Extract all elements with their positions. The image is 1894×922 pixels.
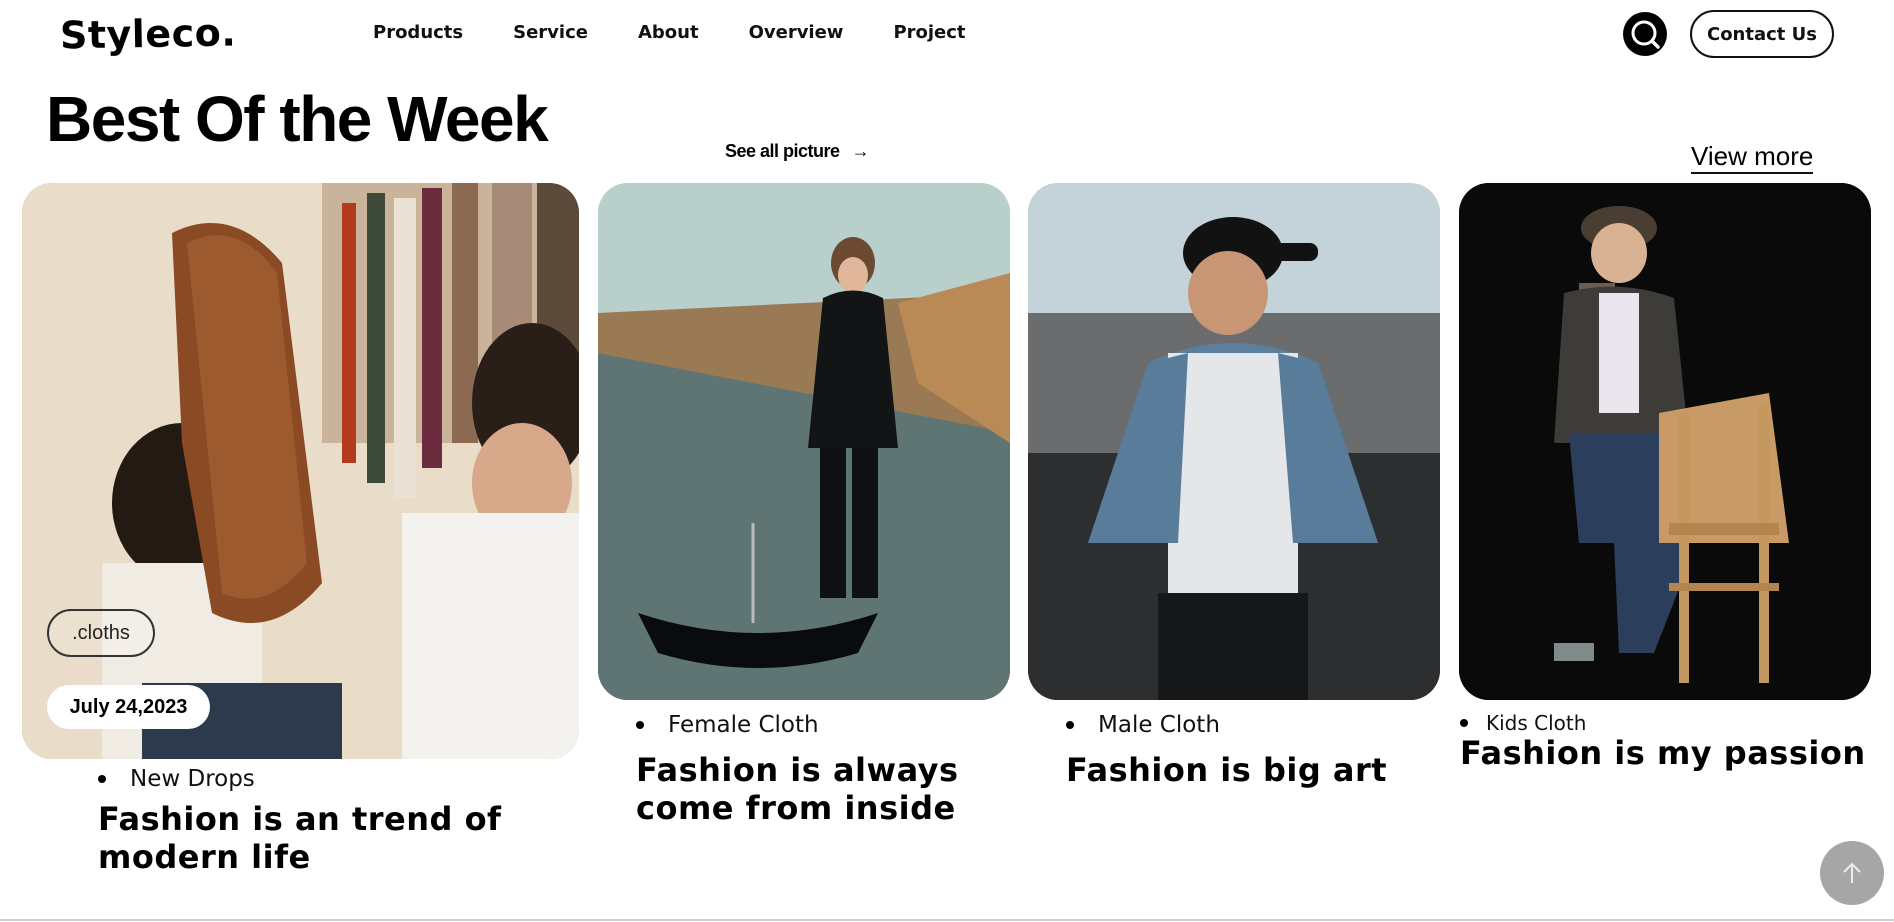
category-new-drops[interactable]: New Drops bbox=[98, 766, 255, 792]
headline-line: Fashion is always bbox=[636, 751, 959, 789]
date-badge: July 24,2023 bbox=[47, 685, 210, 729]
nav-service[interactable]: Service bbox=[513, 22, 588, 43]
headline-line: come from inside bbox=[636, 789, 956, 827]
cloths-tag[interactable]: .cloths bbox=[47, 609, 155, 657]
card-headline-4[interactable]: Fashion is my passion bbox=[1460, 734, 1866, 772]
scroll-to-top-button[interactable] bbox=[1820, 841, 1884, 905]
card-headline-1[interactable]: Fashion is an trend of modern life bbox=[98, 800, 501, 876]
contact-us-button[interactable]: Contact Us bbox=[1690, 10, 1834, 58]
see-all-picture-link[interactable]: See all picture → bbox=[725, 141, 870, 162]
category-label: Female Cloth bbox=[668, 712, 819, 738]
category-label: Male Cloth bbox=[1098, 712, 1220, 738]
card-image-new-drops[interactable] bbox=[22, 183, 579, 759]
view-more-link[interactable]: View more bbox=[1691, 140, 1814, 174]
category-kids-cloth[interactable]: Kids Cloth bbox=[1460, 711, 1586, 735]
bullet-icon bbox=[1460, 719, 1468, 727]
arrow-up-icon bbox=[1843, 862, 1861, 883]
arrow-right-icon: → bbox=[851, 141, 870, 161]
headline-line: Fashion is big art bbox=[1066, 751, 1388, 789]
man-in-denim-photo bbox=[1028, 183, 1440, 700]
category-label: Kids Cloth bbox=[1486, 711, 1587, 735]
card-image-kids-cloth[interactable] bbox=[1459, 183, 1871, 700]
nav-products[interactable]: Products bbox=[373, 22, 463, 43]
card-image-female-cloth[interactable] bbox=[598, 183, 1010, 700]
category-label: New Drops bbox=[130, 766, 255, 792]
woman-in-road-photo bbox=[598, 183, 1010, 700]
shopping-photo bbox=[22, 183, 579, 759]
category-female-cloth[interactable]: Female Cloth bbox=[636, 712, 819, 738]
category-male-cloth[interactable]: Male Cloth bbox=[1066, 712, 1220, 738]
logo[interactable]: Styleco. bbox=[60, 10, 237, 57]
search-button[interactable] bbox=[1623, 12, 1667, 56]
nav-overview[interactable]: Overview bbox=[749, 22, 844, 43]
see-all-label: See all picture bbox=[725, 141, 840, 161]
nav-project[interactable]: Project bbox=[893, 22, 965, 43]
kid-with-chair-photo bbox=[1459, 183, 1871, 700]
bullet-icon bbox=[636, 721, 644, 729]
search-icon bbox=[1631, 20, 1660, 49]
card-headline-2[interactable]: Fashion is always come from inside bbox=[636, 751, 959, 827]
divider bbox=[0, 919, 1894, 921]
main-nav: Products Service About Overview Project bbox=[373, 22, 1016, 43]
headline-line: modern life bbox=[98, 838, 311, 876]
section-title: Best Of the Week bbox=[46, 83, 549, 155]
bullet-icon bbox=[1066, 721, 1074, 729]
card-image-male-cloth[interactable] bbox=[1028, 183, 1440, 700]
headline-line: Fashion is my passion bbox=[1460, 734, 1866, 772]
bullet-icon bbox=[98, 775, 106, 783]
card-headline-3[interactable]: Fashion is big art bbox=[1066, 751, 1387, 789]
headline-line: Fashion is an trend of bbox=[98, 800, 502, 838]
nav-about[interactable]: About bbox=[638, 22, 699, 43]
